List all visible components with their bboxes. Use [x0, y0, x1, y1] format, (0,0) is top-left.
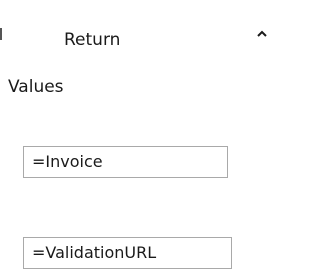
chevron-up-icon[interactable] — [253, 27, 271, 41]
splitter-handle[interactable] — [0, 28, 2, 40]
section-title: Return — [64, 30, 121, 50]
section-subtitle: Values — [8, 77, 64, 97]
return-values-panel: Return Values =Invoice =ValidationURL — [0, 0, 288, 280]
return-value-field-invoice[interactable]: =Invoice — [23, 146, 228, 178]
return-value-field-validation-url[interactable]: =ValidationURL — [23, 237, 232, 269]
